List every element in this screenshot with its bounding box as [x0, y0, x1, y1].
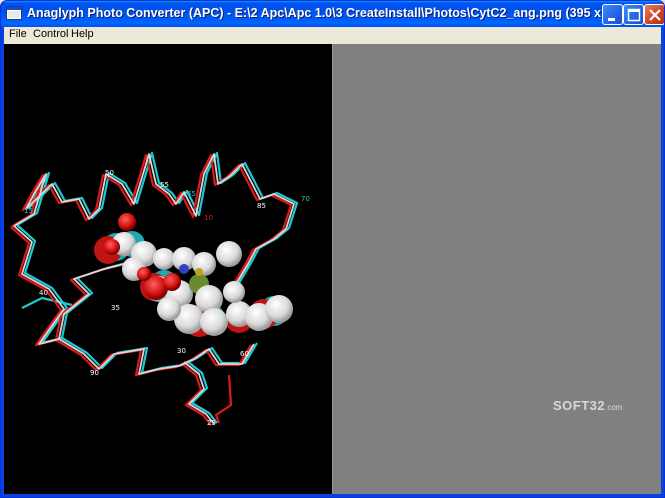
residue-label: 10	[204, 214, 213, 222]
app-window: Anaglyph Photo Converter (APC) - E:\2 Ap…	[0, 0, 665, 498]
output-preview-panel[interactable]: SOFT32.com	[332, 44, 661, 496]
residue-label: 35	[111, 304, 120, 312]
window-frame-bottom	[1, 494, 664, 497]
residue-label: 50	[105, 169, 114, 177]
window-title: Anaglyph Photo Converter (APC) - E:\2 Ap…	[27, 6, 633, 20]
window-frame-left	[1, 27, 4, 497]
minimize-icon	[608, 18, 615, 21]
residue-label: 85	[257, 202, 266, 210]
close-icon	[649, 9, 661, 21]
watermark-text: SOFT32	[553, 398, 606, 413]
close-button[interactable]	[644, 4, 664, 25]
client-area: 50 55 45 70 15 85 40 35 30 60 90 10 25 S…	[4, 44, 661, 496]
app-icon	[6, 6, 22, 20]
title-bar[interactable]: Anaglyph Photo Converter (APC) - E:\2 Ap…	[1, 1, 664, 27]
residue-label: 90	[90, 369, 99, 377]
menu-control[interactable]: Control	[32, 28, 69, 40]
residue-label: 30	[177, 347, 186, 355]
residue-label: 45	[187, 190, 196, 198]
menu-bar: File Control Help	[1, 27, 664, 45]
residue-label: 25	[207, 419, 216, 427]
residue-label: 15	[24, 207, 33, 215]
watermark-suffix: .com	[605, 403, 623, 412]
maximize-button[interactable]	[623, 4, 644, 25]
minimize-button[interactable]	[602, 4, 623, 25]
anaglyph-image-panel[interactable]: 50 55 45 70 15 85 40 35 30 60 90 10 25	[4, 44, 332, 496]
residue-label: 70	[301, 195, 310, 203]
residue-label: 55	[160, 181, 169, 189]
menu-help[interactable]: Help	[70, 28, 95, 40]
maximize-icon	[627, 8, 641, 22]
residue-label: 60	[240, 350, 249, 358]
residue-label: 40	[39, 289, 48, 297]
anaglyph-protein-image: 50 55 45 70 15 85 40 35 30 60 90 10 25	[10, 151, 310, 427]
menu-file[interactable]: File	[8, 28, 28, 40]
watermark: SOFT32.com	[553, 398, 622, 413]
window-frame-right	[661, 27, 664, 497]
